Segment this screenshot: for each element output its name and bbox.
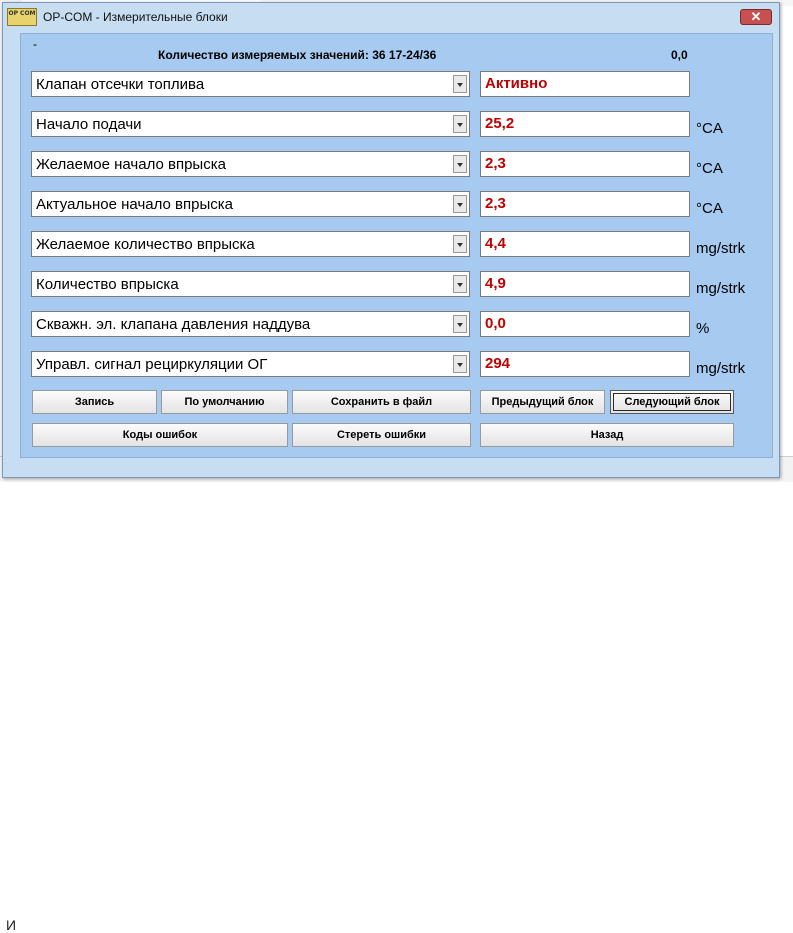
chevron-down-icon[interactable] xyxy=(453,275,467,293)
chevron-down-icon[interactable] xyxy=(453,355,467,373)
parameter-label: Скважн. эл. клапана давления наддува xyxy=(36,316,311,333)
values-count-label: Количество измеряемых значений: 36 17-24… xyxy=(158,48,437,62)
value-text: 25,2 xyxy=(485,115,515,132)
parameter-value-3: 2,3 xyxy=(480,151,690,177)
window-title: OP-COM - Измерительные блоки xyxy=(43,10,228,24)
close-button[interactable]: ✕ xyxy=(740,9,772,25)
record-button[interactable]: Запись xyxy=(32,390,157,414)
chevron-down-icon[interactable] xyxy=(453,75,467,93)
unit-label: °CA xyxy=(696,200,723,217)
measuring-blocks-panel: - Количество измеряемых значений: 36 17-… xyxy=(20,33,773,458)
parameter-select-7[interactable]: Скважн. эл. клапана давления наддува xyxy=(31,311,470,337)
unit-label: mg/strk xyxy=(696,280,746,297)
value-text: 4,9 xyxy=(485,275,506,292)
error-codes-button[interactable]: Коды ошибок xyxy=(32,423,288,447)
title-bar[interactable]: OP COM OP-COM - Измерительные блоки ✕ xyxy=(3,3,779,31)
parameter-select-5[interactable]: Желаемое количество впрыска xyxy=(31,231,470,257)
clear-errors-button[interactable]: Стереть ошибки xyxy=(292,423,471,447)
save-to-file-button[interactable]: Сохранить в файл xyxy=(292,390,471,414)
parameter-select-4[interactable]: Актуальное начало впрыска xyxy=(31,191,470,217)
unit-label: mg/strk xyxy=(696,360,746,377)
parameter-select-3[interactable]: Желаемое начало впрыска xyxy=(31,151,470,177)
parameter-label: Начало подачи xyxy=(36,116,142,133)
chevron-down-icon[interactable] xyxy=(453,115,467,133)
parameter-value-6: 4,9 xyxy=(480,271,690,297)
parameter-label: Клапан отсечки топлива xyxy=(36,76,205,93)
chevron-down-icon[interactable] xyxy=(453,195,467,213)
unit-label: °CA xyxy=(696,120,723,137)
parameter-label: Желаемое начало впрыска xyxy=(36,156,226,173)
parameter-select-6[interactable]: Количество впрыска xyxy=(31,271,470,297)
value-text: 2,3 xyxy=(485,195,506,212)
parameter-value-8: 294 xyxy=(480,351,690,377)
chevron-down-icon[interactable] xyxy=(453,315,467,333)
previous-block-button[interactable]: Предыдущий блок xyxy=(480,390,605,414)
value-text: 0,0 xyxy=(485,315,506,332)
parameter-label: Количество впрыска xyxy=(36,276,179,293)
value-text: 2,3 xyxy=(485,155,506,172)
chevron-down-icon[interactable] xyxy=(453,155,467,173)
value-text: 4,4 xyxy=(485,235,506,252)
parameter-value-5: 4,4 xyxy=(480,231,690,257)
parameter-value-2: 25,2 xyxy=(480,111,690,137)
status-dash: - xyxy=(33,37,37,51)
chevron-down-icon[interactable] xyxy=(453,235,467,253)
next-block-button[interactable]: Следующий блок xyxy=(610,390,734,414)
parameter-value-7: 0,0 xyxy=(480,311,690,337)
parameter-select-8[interactable]: Управл. сигнал рециркуляции ОГ xyxy=(31,351,470,377)
header-right-value: 0,0 xyxy=(671,48,688,62)
default-button[interactable]: По умолчанию xyxy=(161,390,288,414)
parameter-label: Желаемое количество впрыска xyxy=(36,236,255,253)
parameter-select-1[interactable]: Клапан отсечки топлива xyxy=(31,71,470,97)
unit-label: °CA xyxy=(696,160,723,177)
parameter-label: Актуальное начало впрыска xyxy=(36,196,233,213)
parameter-value-1: Активно xyxy=(480,71,690,97)
close-icon: ✕ xyxy=(750,9,762,24)
value-text: Активно xyxy=(485,75,548,92)
opcom-app-icon: OP COM xyxy=(7,8,37,26)
background-status-text: И xyxy=(6,917,17,933)
unit-label: % xyxy=(696,320,710,337)
opcom-window: OP COM OP-COM - Измерительные блоки ✕ - … xyxy=(2,2,780,478)
unit-label: mg/strk xyxy=(696,240,746,257)
parameter-label: Управл. сигнал рециркуляции ОГ xyxy=(36,356,268,373)
back-button[interactable]: Назад xyxy=(480,423,734,447)
parameter-select-2[interactable]: Начало подачи xyxy=(31,111,470,137)
value-text: 294 xyxy=(485,355,511,372)
parameter-value-4: 2,3 xyxy=(480,191,690,217)
